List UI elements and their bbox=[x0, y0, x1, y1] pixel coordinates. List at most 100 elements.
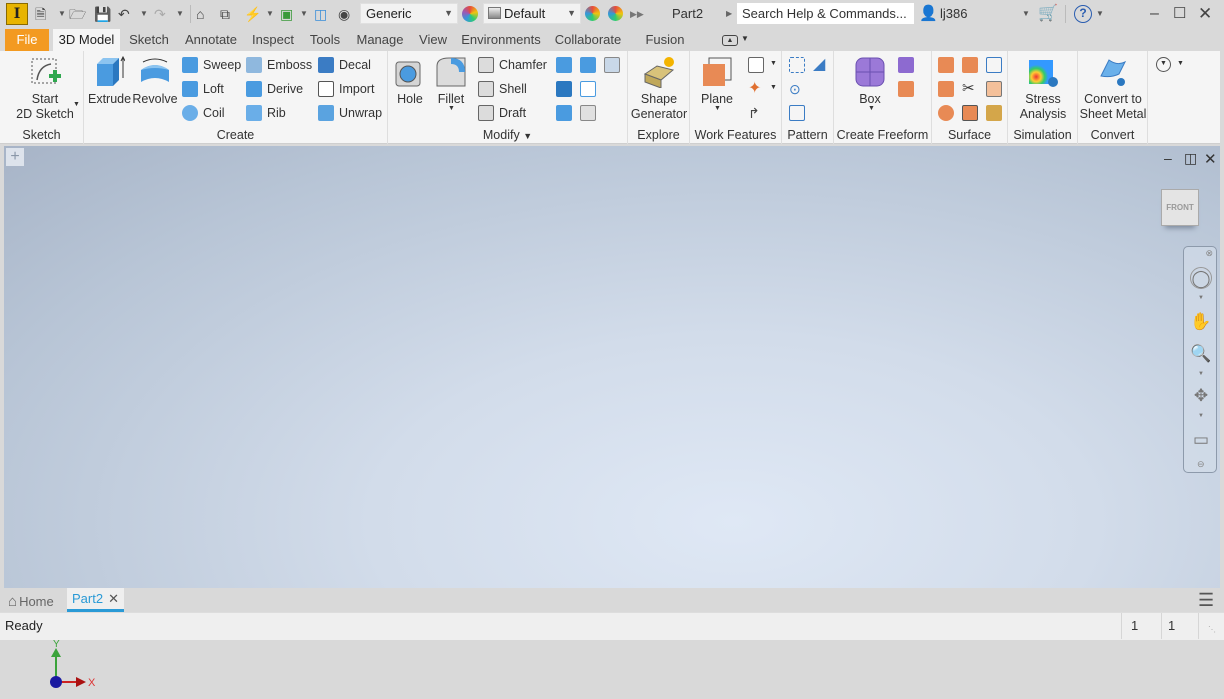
orbit-icon[interactable]: ✥ bbox=[1190, 385, 1212, 407]
extend-icon[interactable] bbox=[986, 81, 1002, 97]
combine-icon[interactable] bbox=[556, 81, 572, 97]
user-dropdown-caret[interactable]: ▼ bbox=[1022, 4, 1030, 24]
draft-button[interactable]: Draft bbox=[478, 103, 526, 123]
inventor-logo[interactable]: I bbox=[6, 3, 28, 25]
viewport-close-button[interactable]: ✕ bbox=[1204, 150, 1217, 168]
revolve-button[interactable]: Revolve bbox=[132, 56, 178, 107]
maximize-window-button[interactable]: ☐ bbox=[1173, 4, 1186, 24]
appearance-combo[interactable]: Default ▼ bbox=[483, 3, 581, 24]
ruled-surface-icon[interactable] bbox=[938, 81, 954, 97]
new-dropdown-caret[interactable]: ▼ bbox=[58, 4, 66, 24]
ucs-icon[interactable]: ↱ bbox=[748, 105, 764, 121]
help-icon[interactable]: ? bbox=[1074, 5, 1092, 23]
help-search-input[interactable]: Search Help & Commands... bbox=[737, 3, 914, 24]
loft-button[interactable]: Loft bbox=[182, 79, 224, 99]
thicken-icon[interactable] bbox=[580, 57, 596, 73]
zoom-icon[interactable]: 🔍 bbox=[1190, 343, 1212, 365]
unwrap-button[interactable]: Unwrap bbox=[318, 103, 382, 123]
face-icon[interactable] bbox=[898, 57, 914, 73]
stitch-icon[interactable] bbox=[938, 57, 954, 73]
point-icon[interactable]: ✦ bbox=[748, 81, 764, 97]
cart-icon[interactable]: 🛒 bbox=[1038, 4, 1058, 24]
sweep-button[interactable]: Sweep bbox=[182, 55, 241, 75]
circular-pattern-icon[interactable]: ⊙ bbox=[789, 81, 805, 97]
select-icon[interactable]: ▣ bbox=[280, 4, 293, 24]
adjust-appearance-icon[interactable] bbox=[585, 6, 600, 21]
redo-icon[interactable]: ↷ bbox=[154, 4, 166, 24]
tab-inspect[interactable]: Inspect bbox=[247, 29, 299, 51]
box-dropdown-caret[interactable]: ▼ bbox=[868, 105, 875, 112]
steering-wheel-dropdown-caret[interactable]: ▼ bbox=[1198, 295, 1204, 301]
decal-button[interactable]: Decal bbox=[318, 55, 371, 75]
user-icon[interactable]: 👤 bbox=[919, 4, 938, 24]
rectangular-pattern-icon[interactable] bbox=[789, 57, 805, 73]
resize-grip-icon[interactable]: ⋱ bbox=[1208, 625, 1216, 634]
clear-appearance-icon[interactable] bbox=[608, 6, 623, 21]
expand-toolbar-icon[interactable]: ▶▶ bbox=[630, 4, 644, 24]
split-icon[interactable] bbox=[556, 57, 572, 73]
sketch-driven-pattern-icon[interactable] bbox=[789, 105, 805, 121]
ilogic-icon[interactable]: ◫ bbox=[314, 4, 327, 24]
shell-button[interactable]: Shell bbox=[478, 79, 527, 99]
replace-face-icon[interactable] bbox=[580, 81, 596, 97]
direct-edit-icon[interactable] bbox=[604, 57, 620, 73]
user-name[interactable]: lj386 bbox=[940, 4, 967, 24]
import-button[interactable]: Import bbox=[318, 79, 374, 99]
rib-button[interactable]: Rib bbox=[246, 103, 286, 123]
minimize-window-button[interactable]: – bbox=[1150, 4, 1159, 24]
convert-to-sheet-metal-button[interactable]: Convert to Sheet Metal bbox=[1078, 56, 1148, 122]
start-sketch-dropdown-caret[interactable]: ▼ bbox=[73, 101, 80, 108]
customize-ribbon-icon[interactable]: ▼ bbox=[1156, 57, 1171, 72]
look-at-icon[interactable]: ▭ bbox=[1190, 429, 1212, 451]
chamfer-button[interactable]: Chamfer bbox=[478, 55, 547, 75]
project-icon[interactable]: ⧉ bbox=[220, 4, 230, 24]
part2-tab[interactable]: Part2 ✕ bbox=[67, 588, 124, 612]
fillet-button[interactable]: Fillet bbox=[432, 56, 470, 107]
tab-fusion-360[interactable]: Fusion 360 bbox=[633, 29, 697, 69]
zoom-dropdown-caret[interactable]: ▼ bbox=[1198, 371, 1204, 377]
tab-sketch[interactable]: Sketch bbox=[124, 29, 174, 51]
save-icon[interactable]: 💾 bbox=[94, 4, 111, 24]
stress-analysis-button[interactable]: Stress Analysis bbox=[1010, 56, 1076, 122]
redo-dropdown-caret[interactable]: ▼ bbox=[176, 4, 184, 24]
trim-icon[interactable]: ✂ bbox=[962, 81, 978, 97]
tab-tools[interactable]: Tools bbox=[306, 29, 344, 51]
copy-object-icon[interactable] bbox=[556, 105, 572, 121]
viewcube[interactable]: FRONT bbox=[1161, 189, 1199, 226]
patch-icon[interactable] bbox=[962, 57, 978, 73]
ribbon-display-toggle-icon[interactable]: ▲ bbox=[722, 35, 738, 46]
home-icon[interactable]: ⌂ bbox=[196, 4, 204, 24]
start-2d-sketch-button[interactable]: Start 2D Sketch bbox=[10, 56, 80, 122]
coil-button[interactable]: Coil bbox=[182, 103, 225, 123]
undo-dropdown-caret[interactable]: ▼ bbox=[140, 4, 148, 24]
search-expand-icon[interactable]: ▶ bbox=[726, 4, 732, 24]
update-icon[interactable]: ⚡ bbox=[244, 4, 261, 24]
customize-ribbon-caret[interactable]: ▼ bbox=[1177, 60, 1184, 67]
convert-to-freeform-icon[interactable] bbox=[898, 81, 914, 97]
material-browser-icon[interactable]: ◉ bbox=[338, 4, 350, 24]
extrude-button[interactable]: Extrude bbox=[88, 56, 131, 107]
tab-3d-model[interactable]: 3D Model bbox=[53, 29, 120, 51]
derive-button[interactable]: Derive bbox=[246, 79, 303, 99]
help-dropdown-caret[interactable]: ▼ bbox=[1096, 4, 1104, 24]
emboss-button[interactable]: Emboss bbox=[246, 55, 312, 75]
undo-icon[interactable]: ↶ bbox=[118, 4, 130, 24]
navbar-collapse-icon[interactable]: ⊖ bbox=[1197, 459, 1205, 470]
steering-wheel-icon[interactable]: ◯ bbox=[1190, 267, 1212, 289]
tab-collaborate[interactable]: Collaborate bbox=[552, 29, 624, 51]
pan-hand-icon[interactable]: ✋ bbox=[1190, 311, 1212, 333]
tab-manage[interactable]: Manage bbox=[352, 29, 408, 51]
navbar-close-icon[interactable]: ⊗ bbox=[1205, 248, 1213, 259]
close-window-button[interactable]: ✕ bbox=[1198, 4, 1212, 24]
graphics-viewport[interactable]: + – ◫ ✕ FRONT ⊗ ◯ ▼ ✋ 🔍 ▼ ✥ ▼ ▭ ⊖ Y X bbox=[4, 146, 1220, 689]
delete-face-icon[interactable] bbox=[580, 105, 596, 121]
tab-annotate[interactable]: Annotate bbox=[180, 29, 242, 51]
new-file-icon[interactable]: 🗎 bbox=[35, 4, 46, 24]
sculpt-icon[interactable] bbox=[986, 57, 1002, 73]
box-button[interactable]: Box bbox=[840, 56, 900, 107]
color-wheel-icon[interactable] bbox=[462, 6, 478, 22]
shape-generator-button[interactable]: Shape Generator bbox=[630, 56, 688, 122]
panel-label-modify[interactable]: Modify ▼ bbox=[388, 128, 627, 142]
tab-view[interactable]: View bbox=[414, 29, 452, 51]
home-tab[interactable]: ⌂ Home bbox=[8, 591, 54, 611]
